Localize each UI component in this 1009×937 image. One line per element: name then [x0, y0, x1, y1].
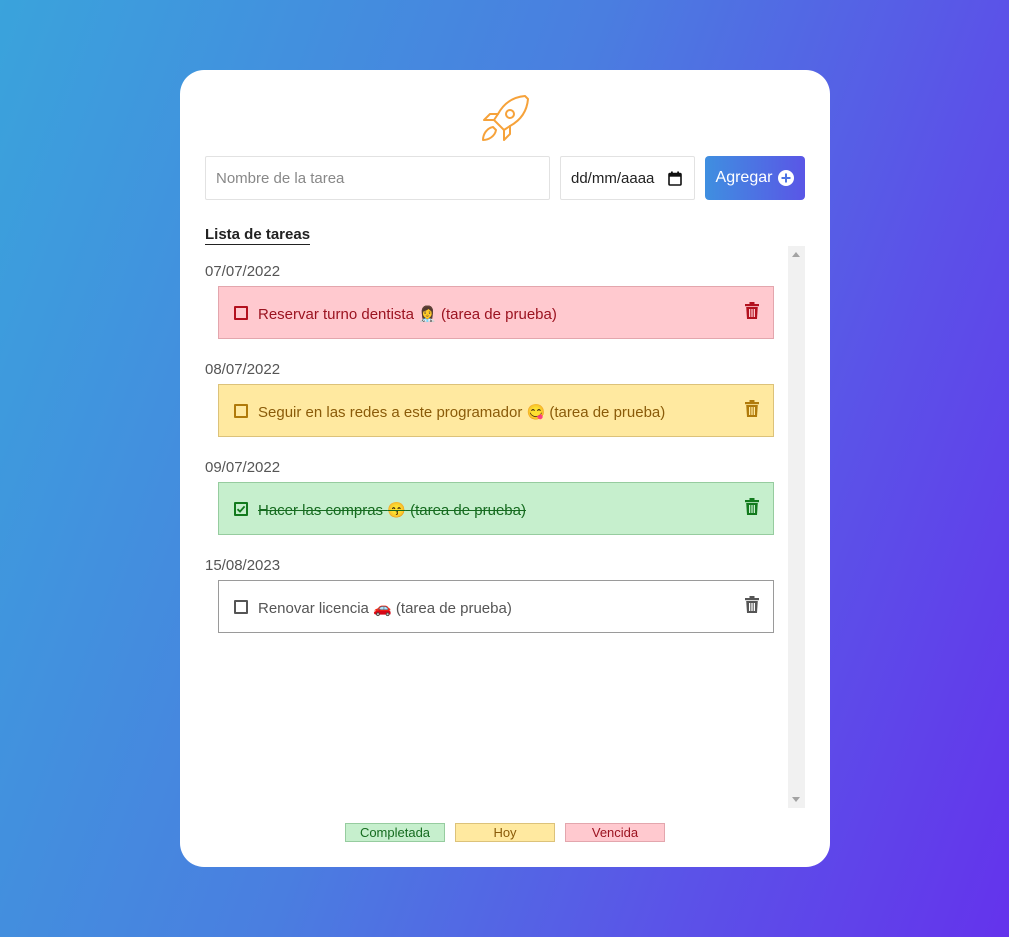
task-emoji: 🚗 — [373, 600, 392, 617]
task-text: Seguir en las redes a este programador 😋… — [258, 403, 665, 421]
task-label: Hacer las compras — [258, 502, 384, 519]
task-checkbox-checked[interactable] — [234, 502, 248, 516]
scroll-down-arrow-icon[interactable] — [792, 797, 800, 802]
add-task-button[interactable]: Agregar — [705, 156, 805, 200]
task-item: Hacer las compras 😙 (tarea de prueba) — [218, 482, 774, 535]
legend-today: Hoy — [455, 823, 555, 842]
trash-icon[interactable] — [745, 302, 759, 319]
scrollbar[interactable] — [788, 246, 805, 808]
task-checkbox[interactable] — [234, 306, 248, 320]
task-emoji: 👩‍⚕️ — [418, 306, 437, 323]
task-text: Renovar licencia 🚗 (tarea de prueba) — [258, 599, 512, 617]
task-emoji: 😙 — [387, 502, 406, 519]
task-suffix: (tarea de prueba) — [410, 502, 526, 519]
task-checkbox[interactable] — [234, 404, 248, 418]
group-date: 07/07/2022 — [205, 263, 281, 280]
task-text: Hacer las compras 😙 (tarea de prueba) — [258, 501, 526, 519]
task-item: Seguir en las redes a este programador 😋… — [218, 384, 774, 437]
scroll-up-arrow-icon[interactable] — [792, 252, 800, 257]
task-text: Reservar turno dentista 👩‍⚕️ (tarea de p… — [258, 305, 557, 323]
trash-icon[interactable] — [745, 400, 759, 417]
task-label: Reservar turno dentista — [258, 306, 414, 323]
add-button-label: Agregar — [715, 169, 773, 186]
task-name-input[interactable] — [205, 156, 550, 200]
group-date: 09/07/2022 — [205, 459, 281, 476]
task-suffix: (tarea de prueba) — [395, 600, 512, 617]
legend-done: Completada — [345, 823, 445, 842]
calendar-icon[interactable] — [668, 171, 682, 186]
task-suffix: (tarea de prueba) — [440, 306, 557, 323]
date-input[interactable]: dd/mm/aaaa — [560, 156, 695, 200]
rocket-icon — [482, 95, 529, 141]
task-item: Reservar turno dentista 👩‍⚕️ (tarea de p… — [218, 286, 774, 339]
task-list: 07/07/2022 Reservar turno dentista 👩‍⚕️ … — [205, 246, 805, 808]
check-icon — [236, 505, 246, 513]
group-date: 15/08/2023 — [205, 557, 281, 574]
task-suffix: (tarea de prueba) — [549, 404, 666, 421]
trash-icon[interactable] — [745, 596, 759, 613]
legend-overdue: Vencida — [565, 823, 665, 842]
trash-icon[interactable] — [745, 498, 759, 515]
task-emoji: 😋 — [526, 404, 546, 421]
group-date: 08/07/2022 — [205, 361, 281, 378]
task-label: Seguir en las redes a este programador — [258, 404, 523, 421]
task-label: Renovar licencia — [258, 600, 369, 617]
plus-circle-icon — [778, 170, 795, 186]
todo-card: dd/mm/aaaa Agregar Lista de tareas 07/07… — [180, 70, 830, 867]
date-input-placeholder: dd/mm/aaaa — [571, 169, 655, 187]
task-list-title: Lista de tareas — [205, 226, 311, 245]
task-checkbox[interactable] — [234, 600, 248, 614]
task-item: Renovar licencia 🚗 (tarea de prueba) — [218, 580, 774, 633]
